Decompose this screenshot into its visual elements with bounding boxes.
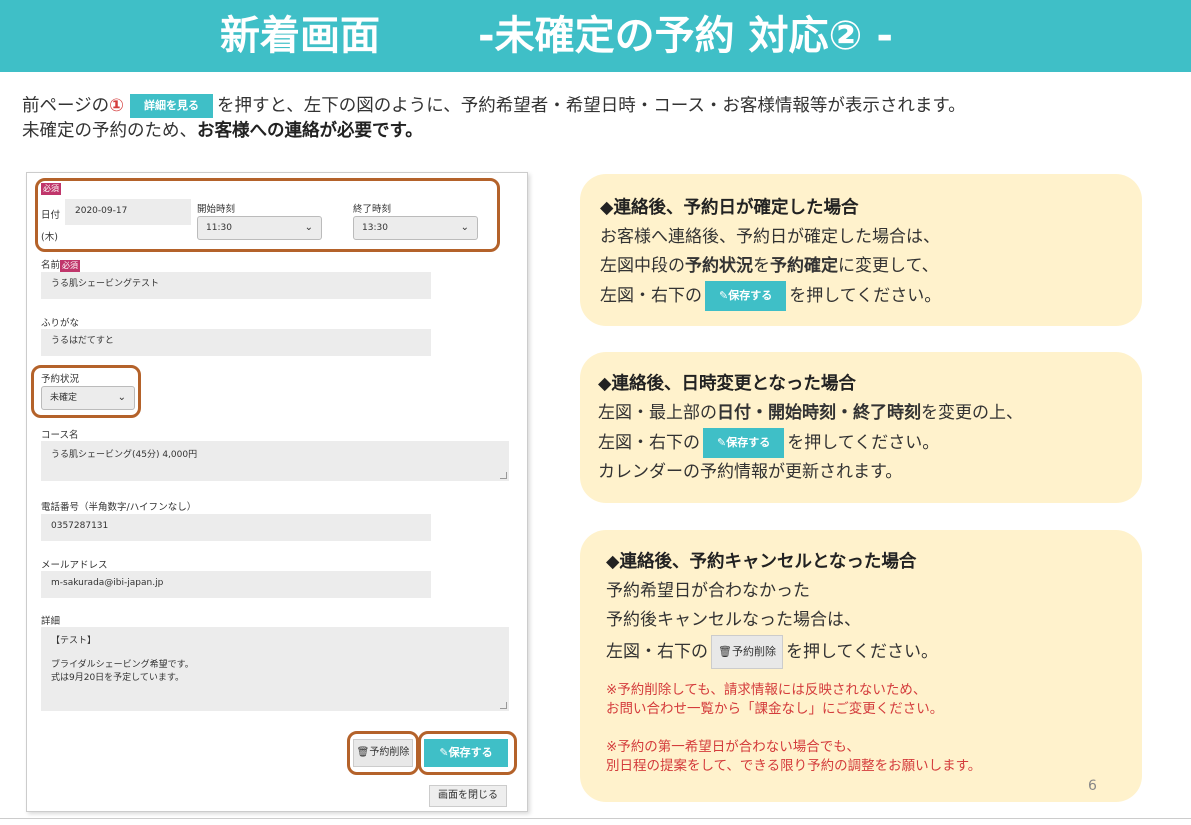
- email-field[interactable]: m-sakurada@ibi-japan.jp: [41, 571, 431, 598]
- course-value: うる肌シェービング(45分) 4,000円: [51, 450, 198, 460]
- card-datetime-changed: ◆連絡後、日時変更となった場合 左図・最上部の日付・開始時刻・終了時刻を変更の上…: [580, 352, 1142, 503]
- furigana-field[interactable]: うるはだてすと: [41, 329, 431, 356]
- detail-line-2: ブライダルシェービング希望です。: [51, 660, 194, 670]
- card1-line3: 左図・右下の ✎保存する を押してください。: [600, 281, 941, 311]
- email-label: メールアドレス: [41, 560, 108, 571]
- detail-line-3: 式は9月20日を予定しています。: [51, 673, 185, 683]
- card3-note2: お問い合わせ一覧から「課金なし」にご変更ください。: [606, 701, 944, 717]
- intro-line-1: 前ページの① 詳細を見る を押すと、左下の図のように、予約希望者・希望日時・コース・…: [22, 94, 966, 119]
- highlight-save: [418, 731, 517, 775]
- highlight-delete: [347, 731, 419, 775]
- card2-line1a: 左図・最上部の: [598, 403, 717, 423]
- intro-text: 前ページの① 詳細を見る を押すと、左下の図のように、予約希望者・希望日時・コース・…: [22, 94, 966, 144]
- card2-line1c: を変更の上、: [921, 403, 1023, 423]
- card1-confirmed-term: 予約確定: [770, 256, 838, 276]
- card3-note3: ※予約の第一希望日が合わない場合でも、: [606, 739, 860, 755]
- card2-line3: カレンダーの予約情報が更新されます。: [598, 462, 903, 482]
- card1-line2: 左図中段の予約状況を予約確定に変更して、: [600, 252, 941, 281]
- card3-note1: ※予約削除しても、請求情報には反映されないため、: [606, 682, 927, 698]
- resize-handle[interactable]: [500, 702, 507, 709]
- intro-prefix: 前ページの: [22, 96, 110, 116]
- card-date-confirmed: ◆連絡後、予約日が確定した場合 お客様へ連絡後、予約日が確定した場合は、 左図中…: [580, 174, 1142, 326]
- card1-save-label: 保存する: [728, 289, 773, 302]
- card3-line2: 予約後キャンセルなった場合は、: [606, 610, 861, 630]
- card1-line2e: に変更して、: [838, 256, 939, 276]
- title-banner: 新着画面 -未確定の予約 対応② -: [0, 0, 1191, 72]
- intro-line2-bold: お客様への連絡が必要です。: [197, 121, 423, 141]
- course-label: コース名: [41, 430, 79, 441]
- title-main: 新着画面: [220, 13, 380, 59]
- highlight-datetime: [35, 178, 500, 252]
- intro-line1-rest: を押すと、左下の図のように、予約希望者・希望日時・コース・お客様情報等が表示され…: [216, 96, 966, 116]
- card2-save-label: 保存する: [726, 436, 771, 449]
- card1-heading: ◆連絡後、予約日が確定した場合: [600, 198, 859, 218]
- detail-textarea[interactable]: 【テスト】 ブライダルシェービング希望です。 式は9月20日を予定しています。: [41, 627, 509, 711]
- card3-delete-label: 予約削除: [731, 645, 776, 658]
- title-sub: -未確定の予約 対応② -: [478, 13, 893, 59]
- card1-line1: お客様へ連絡後、予約日が確定した場合は、: [600, 227, 940, 247]
- card3-line1: 予約希望日が合わなかった: [606, 581, 810, 601]
- card2-line2: 左図・右下の ✎保存する を押してください。: [598, 428, 1023, 458]
- step-number: ①: [109, 96, 124, 116]
- intro-line-2: 未確定の予約のため、お客様への連絡が必要です。: [22, 119, 966, 144]
- card1-line2a: 左図中段の: [600, 256, 685, 276]
- card3-line3: 左図・右下の 🗑予約削除 を押してください。: [606, 635, 981, 669]
- phone-field[interactable]: 0357287131: [41, 514, 431, 541]
- view-details-button-illustration: 詳細を見る: [129, 94, 213, 118]
- phone-label: 電話番号（半角数字/ハイフンなし）: [41, 502, 197, 513]
- detail-line-1: 【テスト】: [51, 636, 97, 646]
- card2-heading: ◆連絡後、日時変更となった場合: [598, 374, 856, 394]
- save-button-illustration: ✎保存する: [705, 281, 787, 311]
- card2-datetime-terms: 日付・開始時刻・終了時刻: [717, 403, 921, 423]
- detail-label: 詳細: [41, 616, 61, 627]
- card-reservation-cancelled: ◆連絡後、予約キャンセルとなった場合 予約希望日が合わなかった 予約後キャンセル…: [580, 530, 1142, 802]
- card3-heading: ◆連絡後、予約キャンセルとなった場合: [606, 552, 917, 572]
- trash-icon: 🗑: [718, 645, 732, 658]
- furigana-label: ふりがな: [41, 318, 80, 329]
- name-label: 名前 必須: [41, 257, 81, 272]
- card2-line2a: 左図・右下の: [598, 433, 700, 453]
- pencil-icon: ✎: [719, 289, 729, 302]
- card1-line2c: を: [753, 256, 770, 276]
- card3-line3a: 左図・右下の: [606, 642, 708, 662]
- card2-line2b: を押してください。: [787, 433, 940, 453]
- close-screen-button[interactable]: 画面を閉じる: [429, 785, 507, 807]
- card3-note4: 別日程の提案をして、できる限り予約の調整をお願いします。: [606, 758, 982, 774]
- pencil-icon: ✎: [717, 436, 727, 449]
- bottom-divider: [0, 818, 1191, 819]
- save-button-illustration: ✎保存する: [703, 428, 785, 458]
- page-number: 6: [1088, 778, 1097, 794]
- delete-button-illustration: 🗑予約削除: [711, 635, 783, 669]
- highlight-status: [31, 365, 141, 418]
- course-field[interactable]: うる肌シェービング(45分) 4,000円: [41, 441, 509, 481]
- reservation-form: 必須 日付 2020-09-17 (木) 開始時刻 11:30 ⌄ 終了時刻 1…: [26, 172, 528, 812]
- required-badge: 必須: [60, 260, 81, 272]
- resize-handle[interactable]: [500, 472, 507, 479]
- card1-line3a: 左図・右下の: [600, 286, 702, 306]
- card1-line3b: を押してください。: [789, 286, 942, 306]
- intro-line2-plain: 未確定の予約のため、: [22, 121, 197, 141]
- name-label-text: 名前: [41, 260, 61, 271]
- card3-line3b: を押してください。: [785, 642, 938, 662]
- name-field[interactable]: うる肌シェービングテスト: [41, 272, 431, 299]
- card2-line1: 左図・最上部の日付・開始時刻・終了時刻を変更の上、: [598, 399, 1023, 428]
- card1-status-term: 予約状況: [685, 256, 753, 276]
